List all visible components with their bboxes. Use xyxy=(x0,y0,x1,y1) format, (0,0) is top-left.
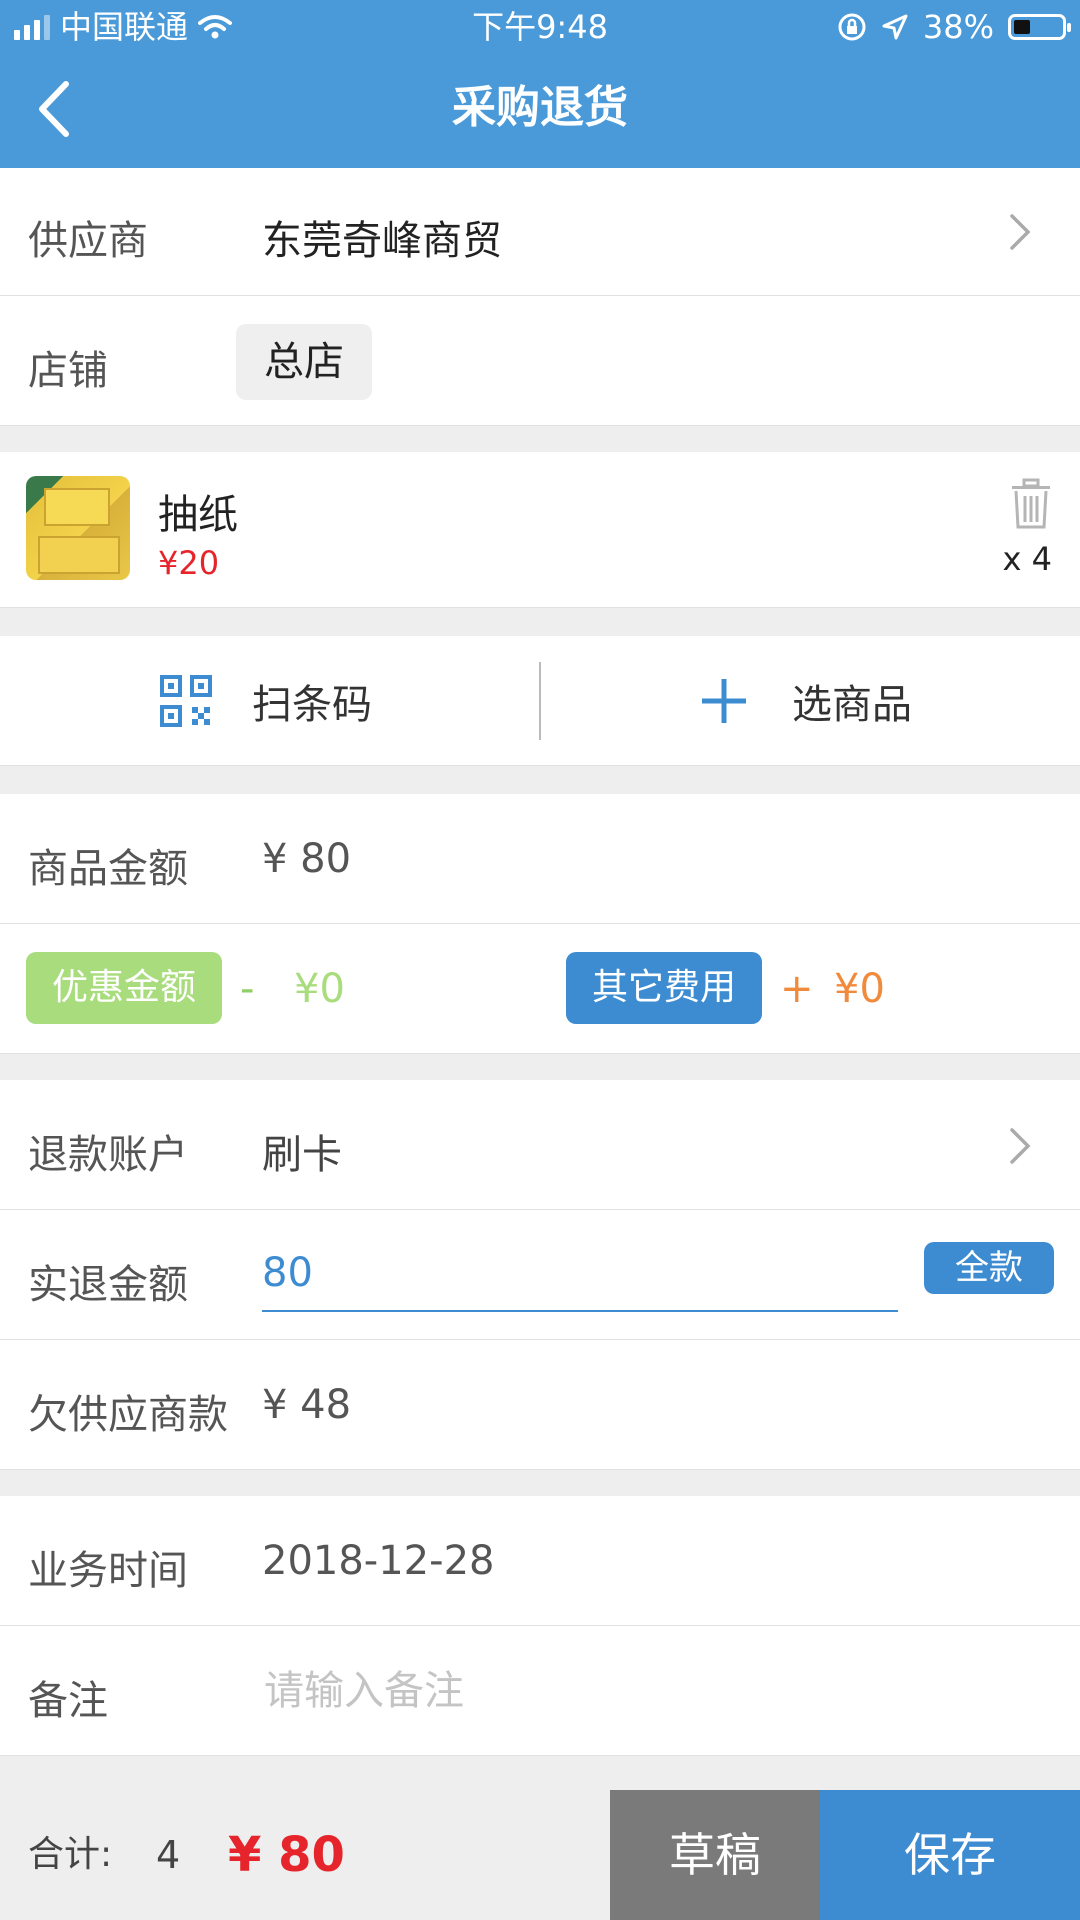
status-bar: 中国联通 下午9:48 38% xyxy=(0,0,1080,54)
actions-divider xyxy=(539,662,541,740)
discount-value: ¥0 xyxy=(294,966,345,1012)
actual-refund-label: 实退金额 xyxy=(28,1262,188,1308)
total-amount: ¥ 80 xyxy=(228,1827,345,1883)
page-title: 采购退货 xyxy=(452,82,628,133)
remark-input[interactable] xyxy=(262,1660,1026,1722)
full-amount-button[interactable]: 全款 xyxy=(924,1242,1054,1294)
owed-supplier-value: ¥ 48 xyxy=(262,1382,352,1428)
plus-icon xyxy=(702,679,746,723)
location-arrow-icon xyxy=(882,14,908,40)
select-product-button[interactable]: 选商品 xyxy=(700,636,912,766)
goods-amount-row: 商品金额 ¥ 80 xyxy=(0,794,1080,924)
fees-value: ¥0 xyxy=(834,966,885,1012)
total-label: 合计: xyxy=(28,1834,113,1875)
battery-icon xyxy=(1008,14,1071,40)
remark-row: 备注 xyxy=(0,1626,1080,1756)
product-price: ¥20 xyxy=(158,544,220,582)
battery-percent: 38% xyxy=(922,8,994,46)
product-name: 抽纸 xyxy=(158,492,238,538)
bottom-bar: 合计: 4 ¥ 80 草稿 保存 xyxy=(0,1790,1080,1920)
fees-sign: + xyxy=(780,966,814,1012)
actual-refund-input[interactable]: 80 xyxy=(262,1236,898,1312)
business-time-label: 业务时间 xyxy=(28,1548,188,1594)
goods-amount-value: ¥ 80 xyxy=(262,836,352,882)
supplier-label: 供应商 xyxy=(28,218,148,264)
refund-account-value: 刷卡 xyxy=(262,1132,342,1178)
add-product-actions: 扫条码 选商品 xyxy=(0,636,1080,766)
chevron-right-icon xyxy=(1010,1128,1031,1164)
adjustments-row: 优惠金额 - ¥0 其它费用 + ¥0 xyxy=(0,924,1080,1054)
header-bar: 中国联通 下午9:48 38% 采购退货 xyxy=(0,0,1080,168)
store-chip[interactable]: 总店 xyxy=(236,324,372,400)
discount-button[interactable]: 优惠金额 xyxy=(26,952,222,1024)
select-product-label: 选商品 xyxy=(792,682,912,728)
other-fees-button[interactable]: 其它费用 xyxy=(566,952,762,1024)
rotation-lock-icon xyxy=(838,13,866,41)
draft-button[interactable]: 草稿 xyxy=(610,1790,820,1920)
business-time-row[interactable]: 业务时间 2018-12-28 xyxy=(0,1496,1080,1626)
goods-amount-label: 商品金额 xyxy=(28,846,188,892)
trash-icon[interactable] xyxy=(1008,478,1054,530)
refund-account-label: 退款账户 xyxy=(28,1132,188,1178)
product-thumbnail xyxy=(26,476,130,580)
refund-account-row[interactable]: 退款账户 刷卡 xyxy=(0,1080,1080,1210)
product-quantity: x 4 xyxy=(1002,540,1052,578)
chevron-right-icon xyxy=(1010,214,1031,250)
qr-code-icon xyxy=(160,675,212,727)
supplier-value: 东莞奇峰商贸 xyxy=(262,218,502,264)
product-item[interactable]: 抽纸 ¥20 x 4 xyxy=(0,452,1080,608)
total-count: 4 xyxy=(156,1833,181,1877)
remark-label: 备注 xyxy=(28,1678,108,1724)
discount-sign: - xyxy=(240,966,255,1012)
scan-barcode-label: 扫条码 xyxy=(252,682,372,728)
scan-barcode-button[interactable]: 扫条码 xyxy=(160,636,372,766)
store-row: 店铺 总店 xyxy=(0,296,1080,426)
owed-supplier-row: 欠供应商款 ¥ 48 xyxy=(0,1340,1080,1470)
owed-supplier-label: 欠供应商款 xyxy=(28,1392,228,1438)
business-time-value: 2018-12-28 xyxy=(262,1538,495,1584)
actual-refund-row: 实退金额 80 全款 xyxy=(0,1210,1080,1340)
save-button[interactable]: 保存 xyxy=(820,1790,1080,1920)
store-label: 店铺 xyxy=(28,348,108,394)
supplier-row[interactable]: 供应商 东莞奇峰商贸 xyxy=(0,168,1080,296)
